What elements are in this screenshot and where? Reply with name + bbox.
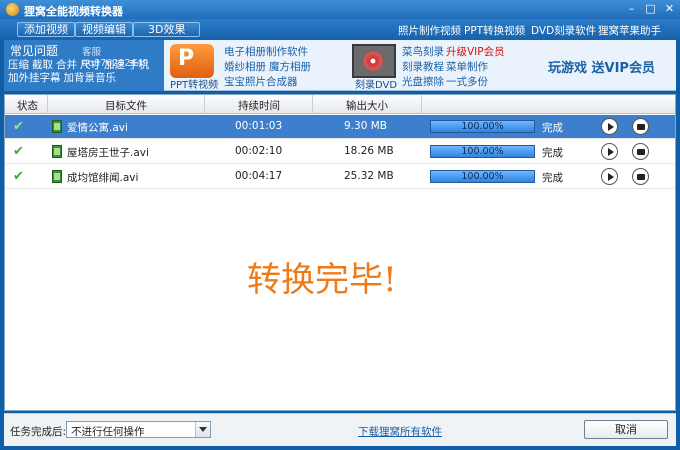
after-task-label: 任务完成后: (10, 426, 67, 438)
apple-helper-link[interactable]: 狸窝苹果助手 (598, 23, 661, 38)
3d-effect-button[interactable]: 3D效果 (133, 22, 201, 37)
rookie-burn-link[interactable]: 菜鸟刻录 (402, 44, 444, 59)
header-duration: 持续时间 (238, 100, 280, 112)
faq-links: 压缩 截取 合并 尺寸 加速 手机 加外挂字幕 加背景音乐 (8, 59, 162, 85)
ppt-icon[interactable] (170, 44, 214, 78)
column-separator (312, 95, 313, 114)
after-task-value: 不进行任何操作 (71, 426, 145, 438)
close-icon[interactable]: ✕ (662, 2, 677, 16)
progress-text: 100.00% (461, 171, 504, 182)
play-icon[interactable] (601, 143, 618, 160)
faq-link-bgm[interactable]: 加背景音乐 (64, 72, 117, 84)
task-state: 完成 (542, 147, 563, 159)
ppt-video-link[interactable]: PPT转换视频 (464, 23, 525, 38)
file-name: 爱情公寓.avi (67, 122, 128, 134)
faq-title[interactable]: 常见问题 (10, 42, 58, 59)
minimize-icon[interactable]: – (624, 2, 639, 16)
header-status: 状态 (17, 100, 38, 112)
progress-text: 100.00% (461, 146, 504, 157)
check-icon: ✔ (13, 144, 24, 159)
open-folder-icon[interactable] (632, 118, 649, 135)
file-size: 25.32 MB (344, 170, 394, 182)
video-file-icon (52, 170, 62, 183)
photo-video-link[interactable]: 照片制作视频 (398, 23, 461, 38)
faq-link-size[interactable]: 尺寸 (80, 59, 101, 71)
title-bar: 狸窝全能视频转换器 – □ ✕ (0, 0, 680, 19)
video-file-icon (52, 145, 62, 158)
progress-bar: 100.00% (430, 120, 535, 133)
check-icon: ✔ (13, 119, 24, 134)
check-icon: ✔ (13, 169, 24, 184)
table-row[interactable]: ✔ 爱情公寓.avi 00:01:03 9.30 MB 100.00% 完成 (5, 115, 675, 139)
ecard-link[interactable]: 电子相册制作软件 (224, 44, 308, 59)
faq-link-speed[interactable]: 加速 (104, 59, 125, 71)
column-separator (204, 95, 205, 114)
cube-album-link[interactable]: 魔方相册 (269, 59, 311, 74)
play-icon[interactable] (601, 168, 618, 185)
table-row[interactable]: ✔ 屋塔房王世子.avi 00:02:10 18.26 MB 100.00% 完… (5, 140, 675, 164)
file-duration: 00:02:10 (235, 145, 283, 157)
faq-link-subtitle[interactable]: 加外挂字幕 (8, 72, 61, 84)
disc-erase-link[interactable]: 光盘擦除 (402, 74, 444, 89)
column-separator (421, 95, 422, 114)
open-folder-icon[interactable] (632, 168, 649, 185)
file-name: 屋塔房王世子.avi (67, 147, 149, 159)
play-icon[interactable] (601, 118, 618, 135)
file-duration: 00:04:17 (235, 170, 283, 182)
faq-link-compress[interactable]: 压缩 (8, 59, 29, 71)
file-name: 成均馆绯闻.avi (67, 172, 139, 184)
table-row[interactable]: ✔ 成均馆绯闻.avi 00:04:17 25.32 MB 100.00% 完成 (5, 165, 675, 189)
progress-bar: 100.00% (430, 145, 535, 158)
app-title: 狸窝全能视频转换器 (24, 5, 123, 18)
progress-bar: 100.00% (430, 170, 535, 183)
dvd-caption[interactable]: 刻录DVD (355, 76, 397, 91)
promo-banner: 常见问题 客服qq876292449 压缩 截取 合并 尺寸 加速 手机 加外挂字幕 加背景… (4, 40, 676, 91)
faq-panel: 常见问题 客服qq876292449 压缩 截取 合并 尺寸 加速 手机 加外挂字幕 加背景… (4, 40, 164, 91)
burn-tutorial-link[interactable]: 刻录教程 (402, 59, 444, 74)
task-state: 完成 (542, 122, 563, 134)
faq-link-merge[interactable]: 合并 (56, 59, 77, 71)
wedding-album-link[interactable]: 婚纱相册 (224, 59, 266, 74)
file-duration: 00:01:03 (235, 120, 283, 132)
header-target-file: 目标文件 (105, 100, 147, 112)
maximize-icon[interactable]: □ (643, 2, 658, 16)
multi-copy-link[interactable]: 一式多份 (446, 74, 488, 89)
after-task-select[interactable]: 不进行任何操作 (66, 421, 211, 438)
open-folder-icon[interactable] (632, 143, 649, 160)
vip-upgrade-link[interactable]: 升级VIP会员 (446, 44, 505, 59)
app-logo-icon (6, 3, 19, 16)
conversion-complete-message: 转换完毕! (247, 260, 397, 300)
download-all-link[interactable]: 下载狸窝所有软件 (358, 424, 442, 439)
bottom-bar: 任务完成后: 不进行任何操作 下载狸窝所有软件 取消 (4, 413, 676, 446)
dvd-icon[interactable] (352, 44, 396, 78)
toolbar: 添加视频 视频编辑 3D效果 照片制作视频 PPT转换视频 DVD刻录软件 狸窝… (0, 19, 680, 40)
ppt-caption[interactable]: PPT转视频 (170, 76, 218, 91)
faq-link-phone[interactable]: 手机 (128, 59, 149, 71)
file-size: 18.26 MB (344, 145, 394, 157)
table-header: 状态 目标文件 持续时间 输出大小 (5, 95, 675, 114)
play-game-vip-link[interactable]: 玩游戏 送VIP会员 (548, 57, 655, 76)
task-list: 状态 目标文件 持续时间 输出大小 ✔ 爱情公寓.avi 00:01:03 9.… (4, 94, 676, 411)
video-edit-button[interactable]: 视频编辑 (75, 22, 133, 37)
baby-photo-link[interactable]: 宝宝照片合成器 (224, 74, 298, 89)
header-output-size: 输出大小 (346, 100, 388, 112)
chevron-down-icon[interactable] (195, 422, 210, 437)
cancel-button[interactable]: 取消 (584, 420, 668, 439)
menu-make-link[interactable]: 菜单制作 (446, 59, 488, 74)
add-video-button[interactable]: 添加视频 (17, 22, 75, 37)
column-separator (47, 95, 48, 114)
video-file-icon (52, 120, 62, 133)
task-state: 完成 (542, 172, 563, 184)
file-size: 9.30 MB (344, 120, 387, 132)
progress-text: 100.00% (461, 121, 504, 132)
faq-link-trim[interactable]: 截取 (32, 59, 53, 71)
dvd-burn-link[interactable]: DVD刻录软件 (531, 23, 596, 38)
